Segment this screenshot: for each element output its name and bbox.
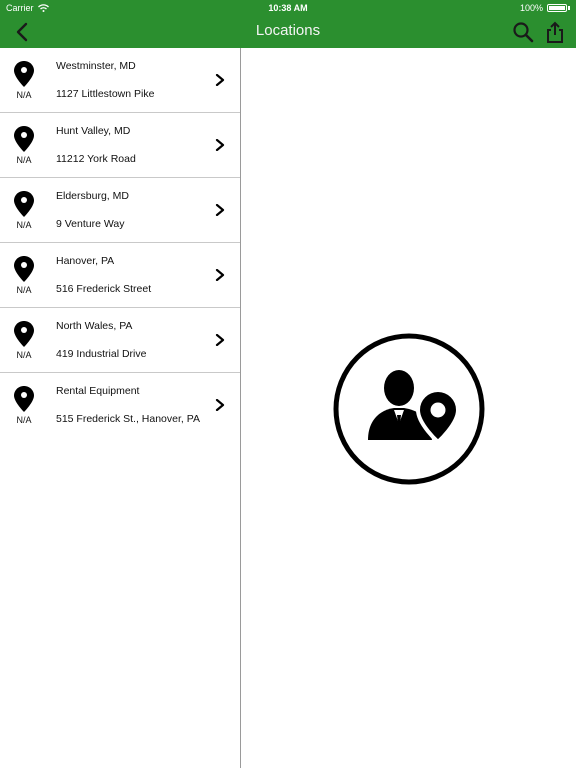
navigation-bar: Locations — [0, 16, 576, 48]
list-item[interactable]: N/A Westminster, MD 1127 Littlestown Pik… — [0, 48, 240, 113]
distance-label: N/A — [16, 90, 32, 100]
map-pin-icon — [14, 256, 34, 282]
location-name: North Wales, PA — [56, 320, 133, 332]
location-address: 9 Venture Way — [56, 218, 125, 230]
chevron-right-icon — [215, 334, 225, 346]
list-item[interactable]: N/A North Wales, PA 419 Industrial Drive — [0, 308, 240, 373]
map-pin-icon — [14, 321, 34, 347]
distance-label: N/A — [16, 285, 32, 295]
list-item[interactable]: N/A Rental Equipment 515 Frederick St., … — [0, 373, 240, 438]
chevron-right-icon — [215, 204, 225, 216]
location-name: Westminster, MD — [56, 60, 136, 72]
location-name: Rental Equipment — [56, 385, 140, 397]
status-time: 10:38 AM — [268, 3, 308, 13]
map-pin-icon — [14, 61, 34, 87]
share-icon[interactable] — [544, 20, 566, 44]
distance-label: N/A — [16, 415, 32, 425]
chevron-right-icon — [215, 399, 225, 411]
distance-label: N/A — [16, 155, 32, 165]
map-pin-icon — [14, 191, 34, 217]
chevron-right-icon — [215, 139, 225, 151]
battery-info: 100% — [520, 0, 570, 16]
distance-label: N/A — [16, 350, 32, 360]
chevron-right-icon — [215, 269, 225, 281]
battery-icon — [547, 4, 567, 12]
location-name: Hanover, PA — [56, 255, 115, 267]
person-location-icon — [333, 333, 485, 485]
location-name: Eldersburg, MD — [56, 190, 129, 202]
location-name: Hunt Valley, MD — [56, 125, 131, 137]
locations-list: N/A Westminster, MD 1127 Littlestown Pik… — [0, 48, 240, 768]
status-bar: Carrier 10:38 AM 100% — [0, 0, 576, 16]
location-address: 516 Frederick Street — [56, 283, 152, 295]
chevron-right-icon — [215, 74, 225, 86]
location-address: 515 Frederick St., Hanover, PA — [56, 413, 200, 425]
map-pin-icon — [14, 386, 34, 412]
location-address: 11212 York Road — [56, 153, 136, 165]
list-item[interactable]: N/A Hanover, PA 516 Frederick Street — [0, 243, 240, 308]
list-item[interactable]: N/A Eldersburg, MD 9 Venture Way — [0, 178, 240, 243]
location-address: 1127 Littlestown Pike — [56, 88, 155, 100]
map-pin-icon — [14, 126, 34, 152]
battery-cap — [568, 6, 570, 10]
distance-label: N/A — [16, 220, 32, 230]
split-divider — [240, 48, 241, 768]
location-address: 419 Industrial Drive — [56, 348, 147, 360]
battery-percent: 100% — [519, 3, 543, 13]
top-bar: Carrier 10:38 AM 100% Locations — [0, 0, 576, 48]
search-icon[interactable] — [512, 21, 534, 43]
page-title: Locations — [255, 22, 321, 39]
list-item[interactable]: N/A Hunt Valley, MD 11212 York Road — [0, 113, 240, 178]
